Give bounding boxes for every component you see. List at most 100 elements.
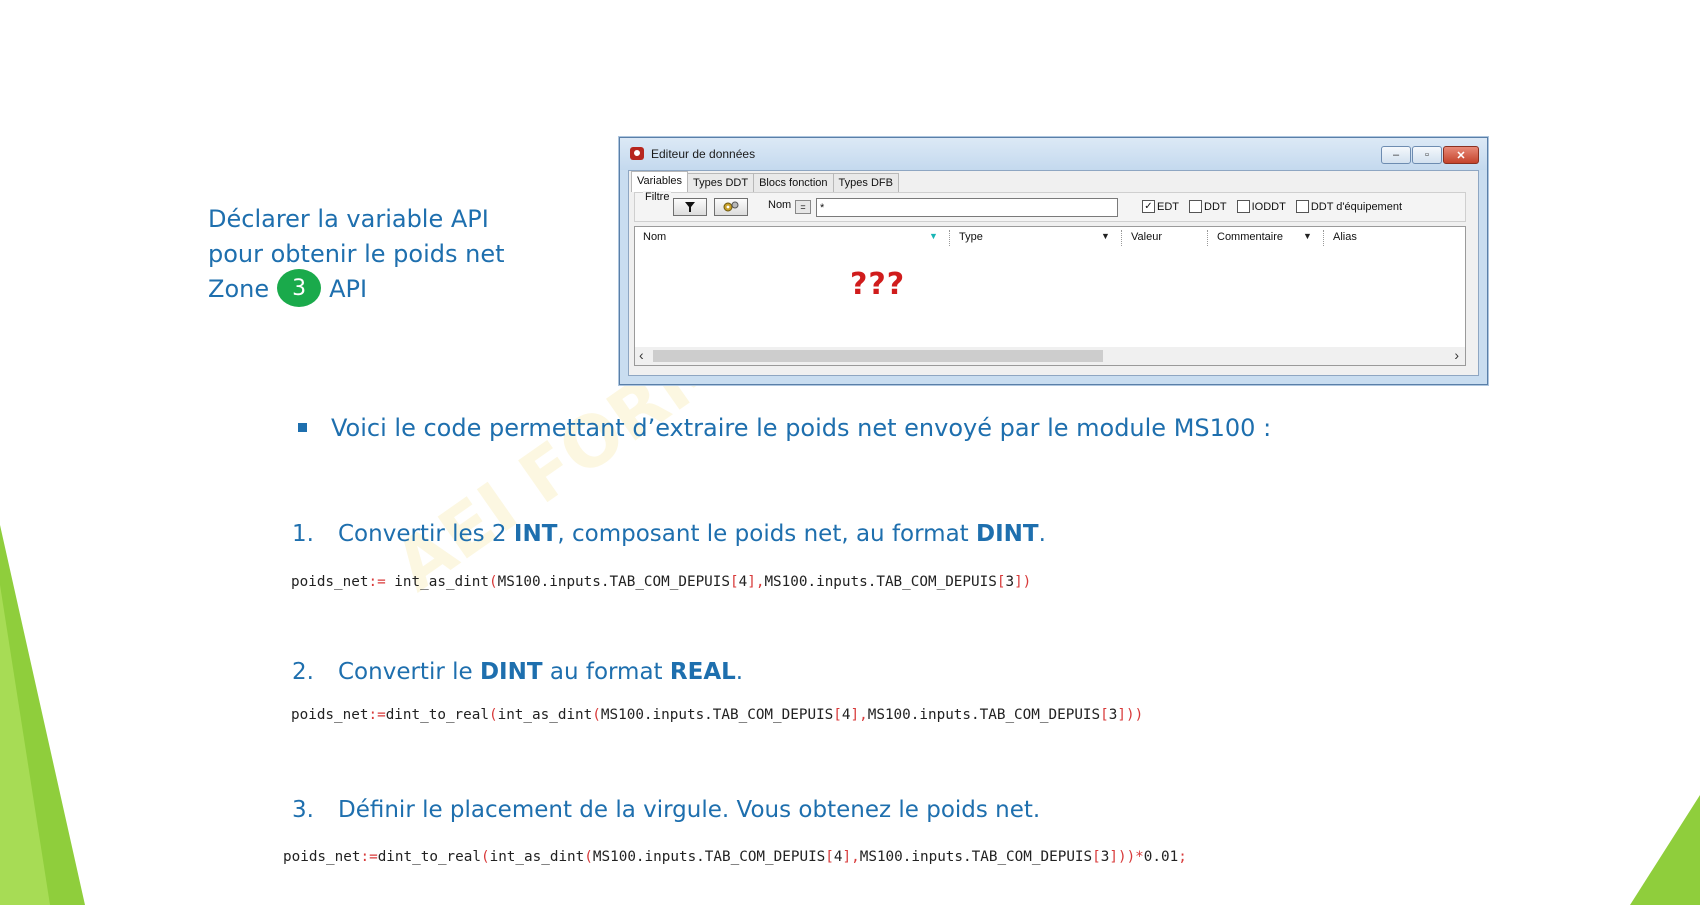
code-operator: ], <box>747 574 765 590</box>
code-operator: [ <box>833 707 842 723</box>
code-token: poids_net <box>291 574 369 590</box>
step-number: 3. <box>292 797 314 823</box>
type-dropdown-icon[interactable]: ▼ <box>1101 231 1110 241</box>
scroll-right-icon[interactable]: › <box>1454 347 1459 363</box>
unknown-variable-placeholder: ??? <box>850 267 906 302</box>
column-header-commentaire[interactable]: Commentaire <box>1217 231 1283 243</box>
code-token: 0.01 <box>1143 849 1179 865</box>
column-separator[interactable] <box>1121 230 1122 246</box>
step-1: 1. Convertir les 2 INT, composant le poid… <box>292 521 1046 547</box>
step-2: 2. Convertir le DINT au format REAL. <box>292 659 743 685</box>
bullet-text: Voici le code permettant d’extraire le p… <box>331 414 1272 442</box>
column-separator[interactable] <box>1323 230 1324 246</box>
checkbox-ddt[interactable]: DDT <box>1189 200 1227 213</box>
code-operator: [ <box>1100 707 1109 723</box>
column-header-type[interactable]: Type <box>959 231 983 243</box>
intro-line-1: Déclarer la variable API <box>208 205 489 233</box>
checkbox-ioddt[interactable]: IODDT <box>1236 200 1286 213</box>
tab-types-dfb[interactable]: Types DFB <box>832 173 899 192</box>
checkbox-ddt-equipement-box[interactable] <box>1295 200 1309 213</box>
commentaire-dropdown-icon[interactable]: ▼ <box>1303 231 1312 241</box>
window-client: Variables Types DDT Blocs fonction Types… <box>628 170 1479 376</box>
checkbox-edt-label: EDT <box>1157 200 1179 213</box>
column-separator[interactable] <box>1207 230 1208 246</box>
code-line-1: poids_net:= int_as_dint(MS100.inputs.TAB… <box>291 574 1031 590</box>
close-button[interactable]: ✕ <box>1443 146 1479 164</box>
code-operator: := <box>368 707 386 723</box>
code-line-2: poids_net:=dint_to_real(int_as_dint(MS10… <box>291 707 1143 723</box>
code-line-3: poids_net:=dint_to_real(int_as_dint(MS10… <box>283 849 1187 865</box>
code-operator: := <box>368 574 386 590</box>
step-keyword: INT <box>513 521 558 547</box>
bullet-line: Voici le code permettant d’extraire le p… <box>298 414 1271 442</box>
minimize-button[interactable]: – <box>1381 146 1411 164</box>
window-controls: – ▫ ✕ <box>1380 146 1479 164</box>
code-token: int_as_dint <box>489 849 585 865</box>
sort-arrow-icon[interactable]: ▼ <box>929 231 938 241</box>
filter-label: Filtre <box>643 191 672 203</box>
code-token: int_as_dint <box>385 574 489 590</box>
code-operator: := <box>360 849 378 865</box>
gears-icon <box>723 201 739 212</box>
checkbox-ddt-equipement-label: DDT d'équipement <box>1310 200 1403 213</box>
nom-label: Nom <box>768 199 792 211</box>
zone-number-badge: 3 <box>277 269 322 307</box>
step-keyword: DINT <box>976 521 1039 547</box>
decorative-green-triangle-left <box>0 525 85 905</box>
code-operator: [ <box>1092 849 1101 865</box>
code-token: dint_to_real <box>377 849 481 865</box>
zone-suffix: API <box>329 275 368 303</box>
intro-text: Déclarer la variable API pour obtenir le… <box>208 202 505 307</box>
name-filter-input[interactable] <box>816 198 1118 217</box>
step-text: Définir le placement de la virgule. Vous… <box>338 797 1041 823</box>
code-operator: ])) <box>1117 707 1144 723</box>
code-operator: ]) <box>1014 574 1032 590</box>
checkbox-ddt-equipement[interactable]: DDT d'équipement <box>1295 200 1403 213</box>
zone-label: Zone <box>208 275 270 303</box>
checkbox-edt-box[interactable]: ✓ <box>1142 200 1155 213</box>
app-icon <box>630 147 644 160</box>
window-titlebar[interactable]: Editeur de données – ▫ ✕ <box>620 138 1487 170</box>
code-token: MS100.inputs.TAB_COM_DEPUIS <box>859 849 1093 865</box>
checkbox-ioddt-box[interactable] <box>1236 200 1250 213</box>
column-header-nom[interactable]: Nom <box>643 231 666 243</box>
code-operator: ( <box>480 849 490 865</box>
code-operator: ]))* <box>1109 849 1144 865</box>
code-token: MS100.inputs.TAB_COM_DEPUIS <box>764 574 997 590</box>
code-operator: [ <box>825 849 834 865</box>
decorative-green-triangle-right <box>1630 795 1700 905</box>
code-token: 4 <box>833 849 843 865</box>
filter-funnel-button[interactable] <box>673 198 707 216</box>
editor-tabs: Variables Types DDT Blocs fonction Types… <box>631 171 899 192</box>
scrollbar-thumb[interactable] <box>653 350 1103 362</box>
code-operator: ; <box>1178 849 1187 865</box>
equals-operator-button[interactable]: = <box>795 200 811 214</box>
step-3: 3. Définir le placement de la virgule. Vo… <box>292 797 1040 823</box>
checkbox-ddt-label: DDT <box>1204 200 1227 213</box>
checkbox-ddt-box[interactable] <box>1189 200 1202 213</box>
column-header-alias[interactable]: Alias <box>1333 231 1357 243</box>
tab-variables[interactable]: Variables <box>631 171 689 192</box>
code-token: poids_net <box>291 707 369 723</box>
filter-settings-button[interactable] <box>714 198 748 216</box>
column-header-valeur[interactable]: Valeur <box>1131 231 1162 243</box>
checkbox-edt[interactable]: ✓ EDT <box>1142 200 1179 213</box>
funnel-icon <box>685 202 695 212</box>
step-text: . <box>1038 521 1046 547</box>
step-text: , composant le poids net, au format <box>557 521 976 547</box>
checkbox-ioddt-label: IODDT <box>1251 200 1286 213</box>
tab-blocs-fonction[interactable]: Blocs fonction <box>753 173 834 192</box>
step-keyword: REAL <box>669 659 736 685</box>
column-separator[interactable] <box>949 230 950 246</box>
grid-header: Nom ▼ Type ▼ Valeur Commentaire ▼ Alias <box>635 227 1465 249</box>
variables-grid: Nom ▼ Type ▼ Valeur Commentaire ▼ Alias … <box>634 226 1466 366</box>
data-editor-window: Editeur de données – ▫ ✕ Variables Types… <box>619 137 1488 385</box>
tab-types-ddt[interactable]: Types DDT <box>687 173 755 192</box>
scroll-left-icon[interactable]: ‹ <box>639 347 644 363</box>
code-token: MS100.inputs.TAB_COM_DEPUIS <box>867 707 1101 723</box>
horizontal-scrollbar[interactable]: ‹ › <box>635 347 1465 365</box>
maximize-button[interactable]: ▫ <box>1412 146 1442 164</box>
code-operator: ], <box>850 707 868 723</box>
step-text: au format <box>542 659 670 685</box>
filter-group: Filtre Nom = ✓EDT DDT IODDT DDT d'équipe… <box>634 191 1466 222</box>
